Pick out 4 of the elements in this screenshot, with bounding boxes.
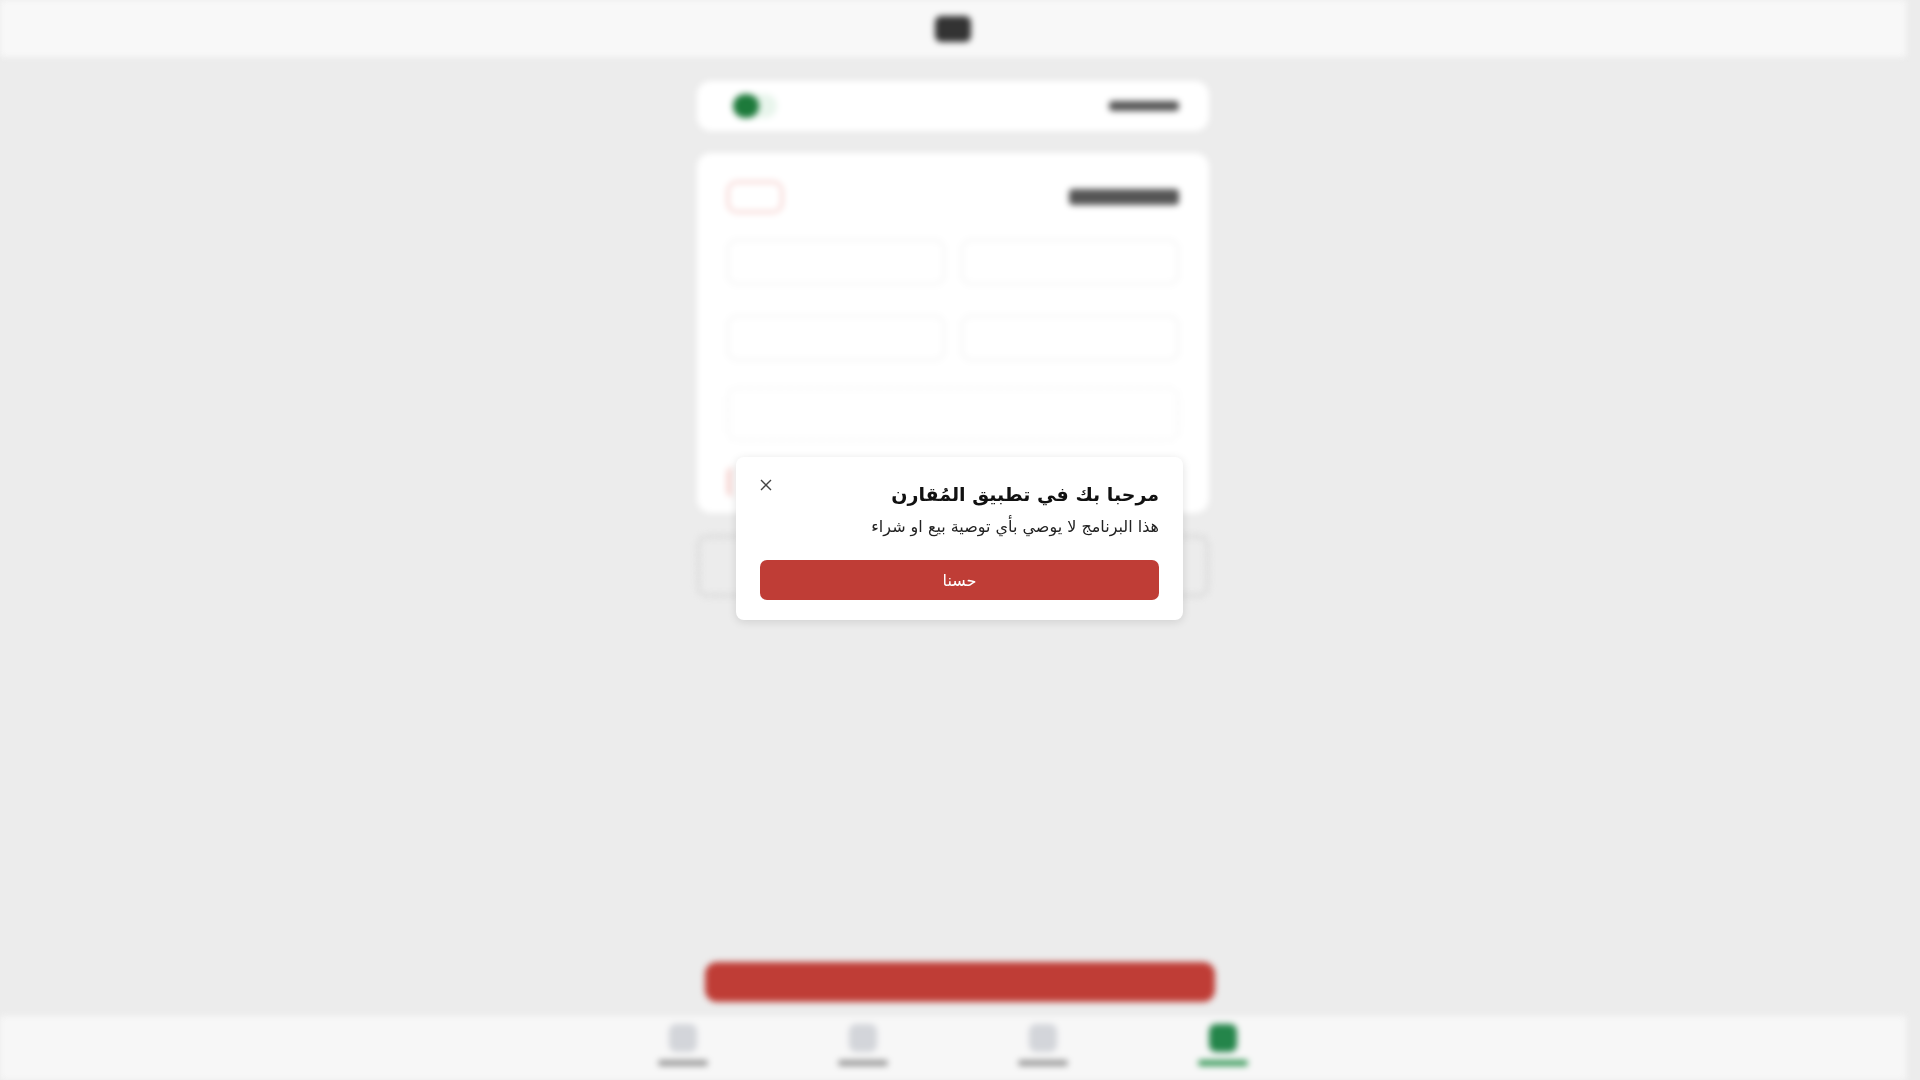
dialog-message: هذا البرنامج لا يوصي بأي توصية بيع او شراء xyxy=(870,517,1159,536)
dialog-title: مرحبا بك في تطبيق المُقارن xyxy=(890,483,1159,505)
ok-button[interactable]: حسنا xyxy=(760,560,1159,600)
close-icon xyxy=(760,479,772,491)
